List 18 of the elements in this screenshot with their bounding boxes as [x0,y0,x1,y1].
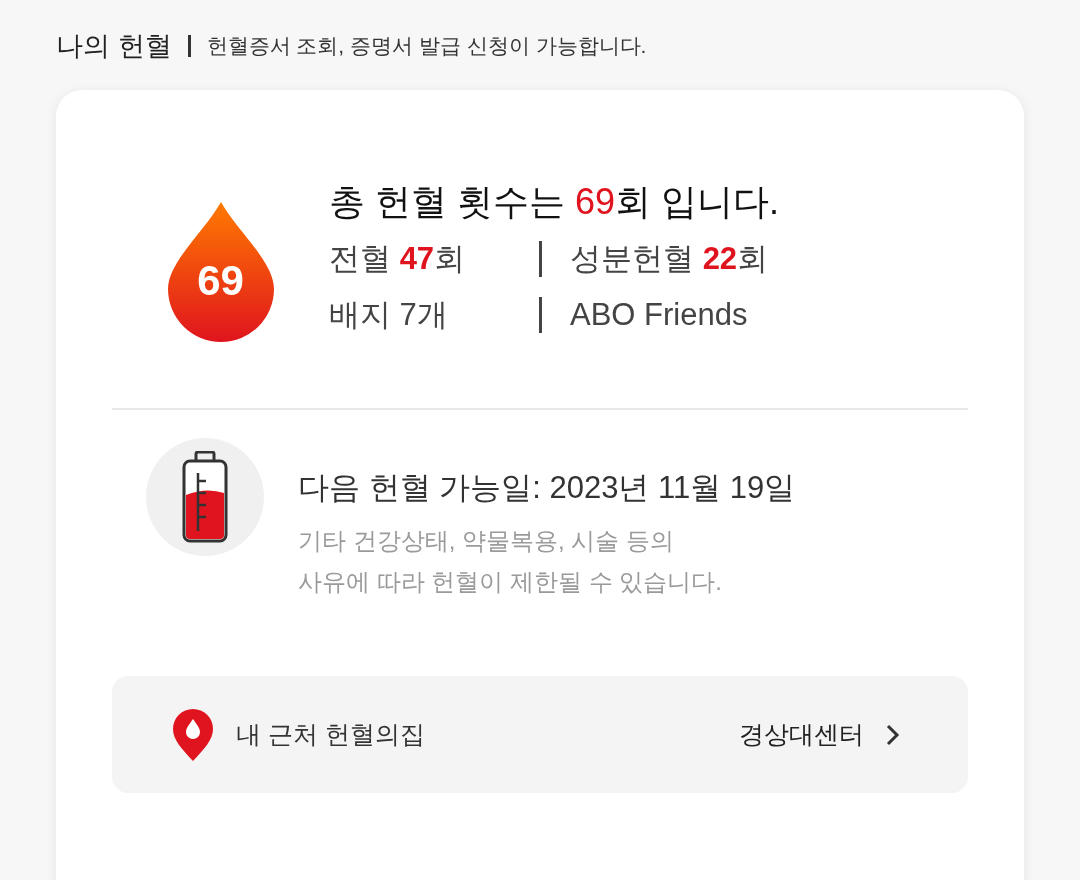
next-donation-date: 다음 헌혈 가능일: 2023년 11월 19일 [298,469,796,507]
section-subtitle: 헌혈증서 조회, 증명서 발급 신청이 가능합니다. [206,33,647,60]
restriction-note: 기타 건강상태, 약물복용, 시술 등의 [298,526,675,556]
center-name: 경상대센터 [739,718,864,750]
total-count-text: 총 헌혈 횟수는 69회 입니다. [329,180,780,224]
donation-count: 전혈 47회 [329,240,466,278]
restriction-note: 사유에 따라 헌혈이 제한될 수 있습니다. [298,567,723,597]
blood-bag-icon [182,451,228,543]
location-pin-icon [172,708,214,761]
blood-drop-icon [167,202,274,342]
stat-text: ABO Friends [570,296,748,334]
stat-text: 배지 7개 [329,296,448,334]
chevron-right-icon [886,723,900,746]
count-badge-text: 69 [196,260,245,302]
donation-count: 성분헌혈 22회 [570,240,769,278]
nearby-label: 내 근처 헌혈의집 [236,718,425,750]
nearby-center-button[interactable]: 내 근처 헌혈의집 경상대센터 [112,676,968,793]
section-title: 나의 헌혈 [56,29,172,63]
